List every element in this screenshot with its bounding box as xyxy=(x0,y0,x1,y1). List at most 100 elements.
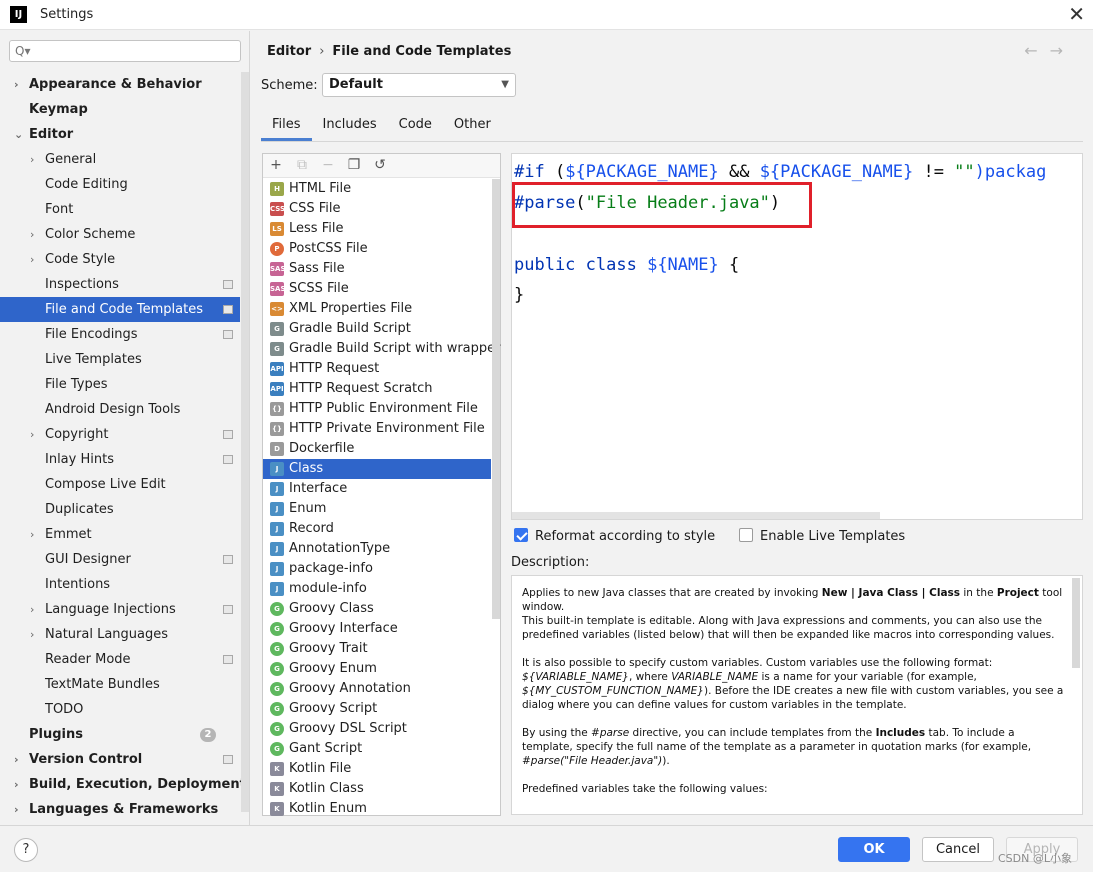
sidebar-item[interactable]: Inlay Hints xyxy=(0,447,240,472)
template-list-item[interactable]: G Groovy Class xyxy=(263,599,491,619)
template-list-item[interactable]: G Groovy Enum xyxy=(263,659,491,679)
template-list-item[interactable]: P PostCSS File xyxy=(263,239,491,259)
sidebar-item[interactable]: File and Code Templates xyxy=(0,297,240,322)
template-list-item[interactable]: J Interface xyxy=(263,479,491,499)
sidebar-item[interactable]: ⌄ Editor xyxy=(0,122,240,147)
sidebar-item[interactable]: Code Editing xyxy=(0,172,240,197)
sidebar-item[interactable]: › Emmet xyxy=(0,522,240,547)
chevron-right-icon[interactable]: › xyxy=(30,247,34,272)
template-list-item[interactable]: LS Less File xyxy=(263,219,491,239)
template-list-scrollbar[interactable] xyxy=(492,179,500,619)
editor-horizontal-scrollbar[interactable] xyxy=(512,512,880,519)
template-list-item[interactable]: Jpackage-info xyxy=(263,559,491,579)
sidebar-item[interactable]: Inspections xyxy=(0,272,240,297)
live-templates-option[interactable]: Enable Live Templates xyxy=(739,528,905,546)
template-list-item[interactable]: CSS CSS File xyxy=(263,199,491,219)
search-box[interactable]: Q▾ xyxy=(9,40,241,62)
template-list-item[interactable]: API HTTP Request Scratch xyxy=(263,379,491,399)
template-list-item[interactable]: SASS Sass File xyxy=(263,259,491,279)
template-list-item[interactable]: {} HTTP Private Environment File xyxy=(263,419,491,439)
template-list-item[interactable]: K Kotlin Class xyxy=(263,779,491,799)
tab-includes[interactable]: Includes xyxy=(312,113,388,141)
ok-button[interactable]: OK xyxy=(838,837,910,862)
sidebar-item[interactable]: Keymap xyxy=(0,97,240,122)
chevron-right-icon[interactable]: › xyxy=(30,147,34,172)
chevron-right-icon[interactable]: › xyxy=(30,422,34,447)
template-list-item[interactable]: {} HTTP Public Environment File xyxy=(263,399,491,419)
help-button[interactable]: ? xyxy=(14,838,38,862)
sidebar-item[interactable]: Reader Mode xyxy=(0,647,240,672)
chevron-right-icon[interactable]: › xyxy=(30,222,34,247)
sidebar-item[interactable]: Duplicates xyxy=(0,497,240,522)
template-list-item[interactable]: G Groovy Annotation xyxy=(263,679,491,699)
sidebar-item[interactable]: › Build, Execution, Deployment xyxy=(0,772,246,797)
sidebar-item[interactable]: Plugins 2 xyxy=(0,722,240,747)
tab-other[interactable]: Other xyxy=(443,113,502,141)
template-list-item[interactable]: K Kotlin File xyxy=(263,759,491,779)
description-scrollbar[interactable] xyxy=(1072,578,1080,668)
sidebar-item[interactable]: › Copyright xyxy=(0,422,240,447)
template-list-item[interactable]: G Groovy Script xyxy=(263,699,491,719)
template-list-item[interactable]: <> XML Properties File xyxy=(263,299,491,319)
search-input[interactable] xyxy=(34,43,234,59)
copy-icon[interactable]: ❐ xyxy=(345,156,363,174)
tab-files[interactable]: Files xyxy=(261,113,312,141)
sidebar-item[interactable]: File Types xyxy=(0,372,240,397)
remove-icon[interactable]: − xyxy=(319,156,337,174)
template-list-item[interactable]: Jmodule-info xyxy=(263,579,491,599)
sidebar-item[interactable]: Android Design Tools xyxy=(0,397,240,422)
tab-code[interactable]: Code xyxy=(388,113,443,141)
reset-icon[interactable]: ↺ xyxy=(371,156,389,174)
sidebar-item[interactable]: › General xyxy=(0,147,240,172)
chevron-right-icon[interactable]: › xyxy=(14,72,19,97)
template-list-item[interactable]: J AnnotationType xyxy=(263,539,491,559)
sidebar-item[interactable]: › Natural Languages xyxy=(0,622,240,647)
scheme-dropdown[interactable]: Default ▼ xyxy=(322,73,516,97)
template-code-editor[interactable]: #if (${PACKAGE_NAME} && ${PACKAGE_NAME} … xyxy=(511,153,1083,520)
chevron-down-icon[interactable]: ⌄ xyxy=(14,122,23,147)
template-list-item[interactable]: D Dockerfile xyxy=(263,439,491,459)
add-icon[interactable]: + xyxy=(267,156,285,174)
chevron-right-icon[interactable]: › xyxy=(14,797,19,822)
template-list-item[interactable]: J Record xyxy=(263,519,491,539)
template-list-item[interactable]: G Groovy DSL Script xyxy=(263,719,491,739)
template-list-item[interactable]: G Gradle Build Script xyxy=(263,319,491,339)
chevron-right-icon[interactable]: › xyxy=(30,522,34,547)
sidebar-item[interactable]: › Color Scheme xyxy=(0,222,240,247)
sidebar-item[interactable]: TextMate Bundles xyxy=(0,672,240,697)
sidebar-item[interactable]: TODO xyxy=(0,697,240,722)
sidebar-item[interactable]: › Code Style xyxy=(0,247,240,272)
sidebar-item[interactable]: File Encodings xyxy=(0,322,240,347)
template-list-item[interactable]: K Kotlin Enum xyxy=(263,799,491,819)
sidebar-item[interactable]: Live Templates xyxy=(0,347,240,372)
sidebar-item[interactable]: › Languages & Frameworks xyxy=(0,797,240,822)
sidebar-item[interactable]: Compose Live Edit xyxy=(0,472,240,497)
reformat-checkbox[interactable] xyxy=(514,528,528,542)
cancel-button[interactable]: Cancel xyxy=(922,837,994,862)
forward-arrow-icon[interactable]: → xyxy=(1050,41,1075,60)
sidebar-scrollbar[interactable] xyxy=(241,72,249,812)
create-child-icon[interactable]: ⧉ xyxy=(293,156,311,174)
reformat-option[interactable]: Reformat according to style xyxy=(514,528,715,546)
sidebar-item[interactable]: Intentions xyxy=(0,572,240,597)
template-list-item[interactable]: J Enum xyxy=(263,499,491,519)
template-list-item[interactable]: G Groovy Trait xyxy=(263,639,491,659)
template-list-item[interactable]: G Gradle Build Script with wrapper xyxy=(263,339,501,359)
close-icon[interactable]: ✕ xyxy=(1068,2,1085,26)
chevron-right-icon[interactable]: › xyxy=(14,747,19,772)
template-list-item[interactable]: G Gant Script xyxy=(263,739,491,759)
sidebar-item[interactable]: Font xyxy=(0,197,240,222)
breadcrumb-parent[interactable]: Editor xyxy=(267,44,311,59)
sidebar-item[interactable]: › Language Injections xyxy=(0,597,240,622)
template-list-item[interactable]: G Groovy Interface xyxy=(263,619,491,639)
chevron-right-icon[interactable]: › xyxy=(14,772,19,797)
template-list-item[interactable]: J Class xyxy=(263,459,491,479)
template-list-item[interactable]: H HTML File xyxy=(263,179,491,199)
sidebar-item[interactable]: › Appearance & Behavior xyxy=(0,72,240,97)
sidebar-item[interactable]: › Version Control xyxy=(0,747,240,772)
template-list-item[interactable]: SASS SCSS File xyxy=(263,279,491,299)
chevron-right-icon[interactable]: › xyxy=(30,622,34,647)
sidebar-item[interactable]: GUI Designer xyxy=(0,547,240,572)
live-templates-checkbox[interactable] xyxy=(739,528,753,542)
template-list-item[interactable]: API HTTP Request xyxy=(263,359,491,379)
